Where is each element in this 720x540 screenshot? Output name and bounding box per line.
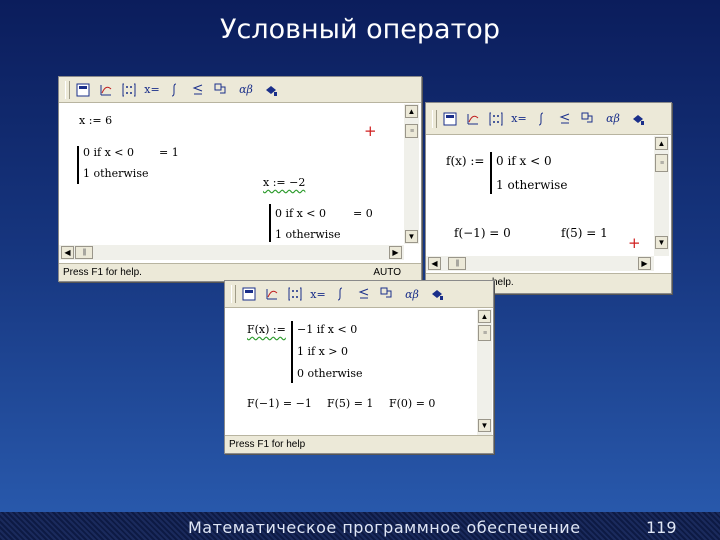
piecewise-result[interactable]: = 0 [353,207,373,220]
piecewise-otherwise[interactable]: 0 otherwise [297,367,362,380]
worksheet[interactable]: F(x) := −1 if x < 0 1 if x > 0 0 otherwi… [225,309,477,435]
status-text: Press F1 for help [229,439,306,450]
calculus-icon[interactable] [533,110,551,128]
piecewise-brace [490,152,492,194]
mathcad-window-1: x= αβ x := 6 0 if x < 0 = 1 1 otherwise … [58,76,422,282]
status-text: Press F1 for help. [63,267,142,278]
greek-icon[interactable]: αβ [235,81,257,99]
toolbar-grip[interactable] [432,109,437,128]
status-text: help. [492,277,514,288]
worksheet[interactable]: x := 6 0 if x < 0 = 1 1 otherwise x := −… [59,104,404,244]
piecewise-result[interactable]: = 1 [159,146,179,159]
worksheet[interactable]: f(x) := 0 if x < 0 1 otherwise f(−1) = 0… [426,136,654,256]
graph-icon[interactable] [464,110,482,128]
piecewise-brace [269,204,271,242]
evaluation-f-5[interactable]: f(5) = 1 [561,226,608,240]
scroll-right-button[interactable]: ▶ [638,257,651,270]
status-bar: Press F1 for help [225,435,493,453]
assignment-x-6[interactable]: x := 6 [79,114,112,127]
assignment-x-neg2[interactable]: x := −2 [263,176,305,189]
piecewise-brace [291,321,293,383]
boolean-icon[interactable] [556,110,574,128]
function-definition[interactable]: F(x) := [247,323,286,336]
function-definition[interactable]: f(x) := [446,154,484,168]
horizontal-scrollbar[interactable]: ◀ ||| ▶ [426,256,654,271]
evaluation-icon[interactable]: x= [143,81,161,99]
greek-icon[interactable]: αβ [602,110,624,128]
matrix-icon[interactable] [120,81,138,99]
piecewise-condition[interactable]: 0 if x < 0 [275,207,326,220]
slide-title: Условный оператор [220,14,500,45]
graph-icon[interactable] [263,285,281,303]
page-number: 119 [646,518,677,537]
scroll-right-button[interactable]: ▶ [389,246,402,259]
scroll-down-button[interactable]: ▼ [405,230,418,243]
scroll-thumb[interactable]: ≡ [655,154,668,172]
piecewise-brace [77,146,79,184]
scroll-thumb[interactable]: ||| [75,246,93,259]
toolbar-grip[interactable] [231,285,236,303]
symbolic-icon[interactable] [428,285,446,303]
mathcad-window-3: x= αβ F(x) := −1 if x < 0 1 if x > 0 0 o… [224,280,494,454]
horizontal-scrollbar[interactable]: ◀ ||| ▶ [59,245,404,260]
scroll-up-button[interactable]: ▲ [478,310,491,323]
math-toolbar: x= αβ [59,77,421,103]
evaluation-F-5[interactable]: F(5) = 1 [327,397,373,410]
piecewise-case-2[interactable]: 1 if x > 0 [297,345,348,358]
piecewise-condition[interactable]: 0 if x < 0 [496,154,552,168]
scroll-down-button[interactable]: ▼ [478,419,491,432]
programming-icon[interactable] [579,110,597,128]
greek-icon[interactable]: αβ [401,285,423,303]
boolean-icon[interactable] [189,81,207,99]
calculus-icon[interactable] [332,285,350,303]
vertical-scrollbar[interactable]: ▲ ≡ ▼ [654,136,669,256]
matrix-icon[interactable] [286,285,304,303]
scroll-up-button[interactable]: ▲ [405,105,418,118]
programming-icon[interactable] [212,81,230,99]
calculus-icon[interactable] [166,81,184,99]
evaluation-icon[interactable]: x= [510,110,528,128]
boolean-icon[interactable] [355,285,373,303]
scroll-thumb[interactable]: ≡ [478,325,491,341]
calculator-icon[interactable] [240,285,258,303]
status-bar: Press F1 for help. AUTO [59,263,421,281]
insertion-crosshair: + [364,122,377,140]
piecewise-otherwise[interactable]: 1 otherwise [83,167,148,180]
matrix-icon[interactable] [487,110,505,128]
graph-icon[interactable] [97,81,115,99]
scroll-down-button[interactable]: ▼ [655,236,668,249]
piecewise-condition[interactable]: 0 if x < 0 [83,146,134,159]
scroll-left-button[interactable]: ◀ [61,246,74,259]
scroll-thumb[interactable]: ||| [448,257,466,270]
scroll-thumb[interactable]: ≡ [405,124,418,138]
evaluation-f-neg1[interactable]: f(−1) = 0 [454,226,511,240]
toolbar-grip[interactable] [65,80,70,99]
footer-course-title: Математическое программное обеспечение [188,518,581,537]
piecewise-case-1[interactable]: −1 if x < 0 [297,323,357,336]
calculator-icon[interactable] [74,81,92,99]
calculator-icon[interactable] [441,110,459,128]
mathcad-window-2: x= αβ f(x) := 0 if x < 0 1 otherwise f(−… [425,102,672,294]
symbolic-icon[interactable] [629,110,647,128]
vertical-scrollbar[interactable]: ▲ ≡ ▼ [477,309,492,435]
evaluation-F-0[interactable]: F(0) = 0 [389,397,435,410]
programming-icon[interactable] [378,285,396,303]
piecewise-otherwise[interactable]: 1 otherwise [275,228,340,241]
math-toolbar: x= αβ [225,281,493,308]
insertion-crosshair: + [628,234,641,252]
piecewise-otherwise[interactable]: 1 otherwise [496,178,567,192]
scroll-up-button[interactable]: ▲ [655,137,668,150]
evaluation-F-neg1[interactable]: F(−1) = −1 [247,397,312,410]
scroll-left-button[interactable]: ◀ [428,257,441,270]
math-toolbar: x= αβ [426,103,671,135]
symbolic-icon[interactable] [262,81,280,99]
evaluation-icon[interactable]: x= [309,285,327,303]
vertical-scrollbar[interactable]: ▲ ≡ ▼ [404,104,419,244]
